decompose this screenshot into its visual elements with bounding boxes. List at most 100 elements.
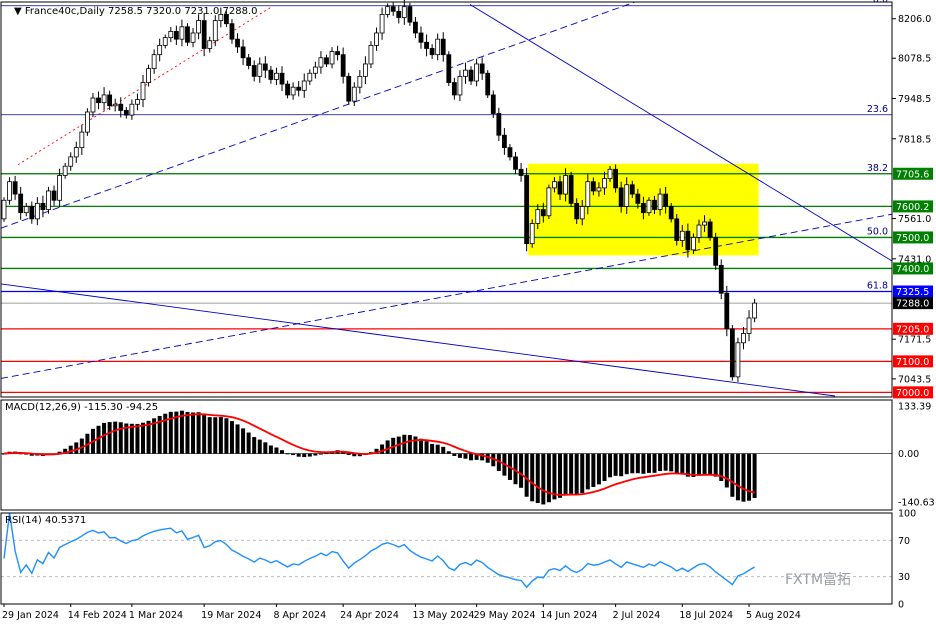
candle (173, 25, 179, 45)
bull-candle-body (190, 32, 196, 43)
date-label: 14 Feb 2024 (68, 610, 127, 621)
candle (513, 151, 518, 175)
candle (707, 218, 713, 241)
bull-candle-body (151, 54, 157, 70)
bear-candle-body (268, 69, 274, 80)
macd-bar (613, 453, 618, 476)
candle (201, 12, 207, 57)
bull-candle-body (135, 99, 140, 105)
price-box-label: 7000.0 (896, 388, 929, 399)
candle (374, 27, 379, 51)
macd-tick-label: 0.00 (898, 449, 919, 460)
macd-bar (263, 442, 268, 454)
candle (529, 219, 535, 248)
bear-candle-body (729, 328, 735, 378)
macd-bar (574, 453, 579, 495)
candle (290, 82, 296, 100)
candle (546, 184, 552, 220)
bear-candle-body (413, 21, 418, 34)
bear-candle-body (641, 202, 646, 214)
macd-bar (569, 453, 574, 494)
macd-bar (457, 453, 462, 458)
macd-bar (196, 412, 201, 454)
macd-bar (135, 423, 140, 454)
macd-bar (118, 422, 123, 454)
bull-candle-body (752, 302, 757, 319)
macd-bar (546, 453, 551, 503)
candle (524, 167, 530, 252)
rsi-line (3, 512, 755, 589)
candle (568, 171, 574, 208)
candle (646, 197, 652, 216)
price-tick-label: 7818.5 (898, 134, 931, 145)
price-pane: 0.0 23.6 38.2 50.0 61.8 (0, 0, 893, 397)
bull-candle-body (318, 57, 324, 68)
bull-candle-body (162, 37, 168, 46)
rsi-tick-label: 0 (898, 600, 904, 611)
date-label: 29 Jan 2024 (2, 610, 59, 621)
bear-candle-body (518, 168, 524, 176)
rsi-label: RSI(14) 40.5371 (5, 515, 86, 526)
date-label: 24 Apr 2024 (340, 610, 399, 621)
candle (135, 93, 140, 111)
macd-bar (646, 453, 651, 473)
macd-bar (624, 453, 629, 475)
macd-bar (302, 453, 307, 458)
bear-candle-body (574, 202, 580, 220)
macd-bar (446, 451, 451, 454)
bull-candle-body (179, 26, 185, 40)
date-label: 1 Mar 2024 (129, 610, 183, 621)
candle (279, 66, 285, 92)
bear-candle-body (513, 156, 518, 170)
bull-candle-body (563, 175, 568, 195)
bull-candle-body (68, 156, 74, 167)
macd-bar (580, 453, 585, 494)
bear-candle-body (296, 86, 302, 91)
bear-candle-body (424, 41, 429, 49)
macd-bar (252, 437, 257, 454)
bull-candle-body (307, 72, 313, 82)
macd-bar (313, 453, 318, 456)
macd-bar (747, 453, 752, 501)
candle (713, 232, 719, 270)
bear-candle-body (324, 57, 329, 65)
date-label: 2 Jul 2024 (613, 610, 661, 621)
candle (340, 47, 346, 84)
bear-candle-body (713, 237, 719, 266)
candle (468, 66, 474, 85)
bear-candle-body (251, 65, 257, 77)
bull-candle-body (1, 199, 7, 220)
bull-candle-body (57, 175, 62, 201)
bear-candle-body (51, 190, 57, 201)
bull-candle-body (212, 20, 218, 42)
macd-bar (741, 453, 746, 502)
bull-candle-body (385, 6, 391, 15)
bull-candle-body (90, 97, 96, 113)
macd-bar (713, 453, 718, 477)
candle (196, 14, 202, 40)
macd-bar (202, 415, 207, 454)
bear-candle-body (485, 72, 491, 96)
candle (85, 108, 90, 136)
candle (440, 32, 446, 62)
bear-candle-body (613, 168, 618, 189)
bear-candle-body (12, 181, 18, 195)
candle (18, 186, 24, 220)
macd-bar (652, 453, 657, 473)
bear-candle-body (40, 202, 46, 210)
bull-candle-body (691, 237, 696, 251)
bear-candle-body (185, 26, 190, 43)
bull-candle-body (741, 333, 746, 344)
bear-candle-body (635, 193, 641, 204)
bull-candle-body (23, 206, 29, 214)
price-tick-label: 8078.5 (898, 54, 931, 65)
candle (251, 60, 257, 82)
candle (718, 259, 724, 300)
bull-candle-body (401, 6, 407, 18)
candle (168, 27, 174, 43)
candle (724, 285, 730, 337)
date-label: 29 May 2024 (474, 610, 536, 621)
rsi-tick-label: 70 (898, 536, 910, 547)
bear-candle-body (629, 184, 635, 195)
bear-candle-body (390, 6, 396, 12)
